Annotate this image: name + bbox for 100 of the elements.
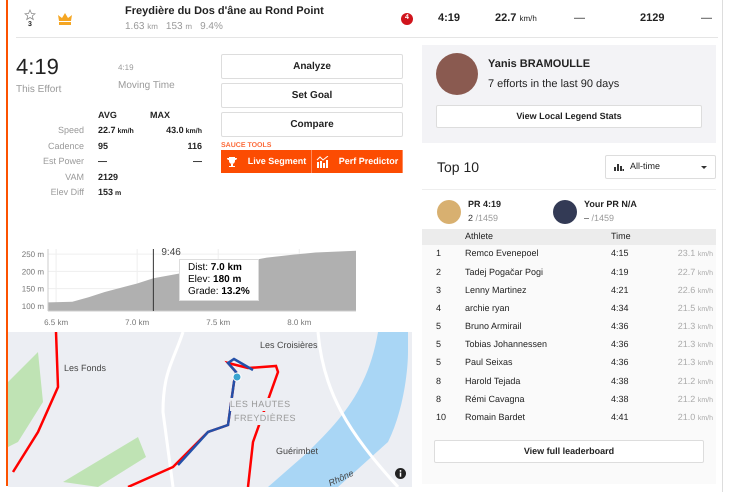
athlete-name[interactable]: Rémi Cavagna xyxy=(465,392,611,406)
info-icon[interactable] xyxy=(395,468,406,478)
rank-cell-text: 5 xyxy=(436,356,442,370)
stat-max: 116 xyxy=(186,140,202,152)
effort-label: This Effort xyxy=(16,83,62,97)
caret-icon xyxy=(701,166,707,168)
x-axis-label: 8.0 km xyxy=(287,318,312,326)
map[interactable]: Les Fonds Les Croisières LES HAUTES FREYDIÈRES Guérimbet Rhône xyxy=(8,332,412,486)
effort-power: — xyxy=(574,11,586,26)
time-cell-text: 4:34 xyxy=(611,302,630,315)
effort-speed: 22.7 km/h xyxy=(495,11,538,26)
rank-cell-text: 4 xyxy=(436,302,442,315)
time-cell-text: 4:19 xyxy=(611,266,630,279)
athlete-name[interactable]: Tobias Johannessen xyxy=(465,338,611,352)
segment-distance: 1.63 km xyxy=(125,20,158,34)
time-cell-text: 4:21 xyxy=(611,284,630,297)
x-axis-label: 7.0 km xyxy=(125,318,150,326)
chart-icon xyxy=(316,156,329,168)
time-cell-text: 4:36 xyxy=(611,356,630,370)
stat-max: — xyxy=(192,155,202,168)
athlete-name[interactable]: Romain Bardet xyxy=(465,411,611,425)
map-label: Les Croisières xyxy=(260,338,318,352)
x-axis-label: 6.5 km xyxy=(44,318,68,326)
stat-label: VAM xyxy=(64,170,84,184)
leaderboard-title: Top 10 xyxy=(437,158,480,177)
y-axis-label: 100 m xyxy=(22,301,44,310)
cursor-line xyxy=(152,248,154,311)
action-button[interactable]: Analyze xyxy=(221,54,403,79)
y-axis-label: 200 m xyxy=(22,266,44,276)
rank-cell-text: 8 xyxy=(436,374,442,388)
tooltip-line: Dist: 7.0 km xyxy=(188,262,243,274)
segment-elevation: 153 m xyxy=(166,20,192,34)
y-axis-label: 250 m xyxy=(22,250,44,259)
time-cell-text: 4:38 xyxy=(611,374,630,388)
crown-icon xyxy=(57,12,73,25)
rank-cell-text: 5 xyxy=(436,320,442,334)
time-cell-text: 4:36 xyxy=(611,320,630,334)
tooltip-line: Grade: 13.2% xyxy=(188,286,250,298)
column-header: Time xyxy=(611,230,631,244)
rank-cell-text: 8 xyxy=(436,392,442,406)
column-header: AVG xyxy=(98,109,118,122)
map-label: FREYDIÈRES xyxy=(234,412,296,425)
moving-time: 4:19 xyxy=(118,62,135,74)
rank-cell-text: 5 xyxy=(436,338,442,352)
rank-cell-text: 2 xyxy=(436,266,442,279)
time-cell-text: 4:15 xyxy=(611,247,630,260)
time-filter-dropdown[interactable]: All-time xyxy=(605,155,716,179)
legend-efforts: 7 efforts in the last 90 days xyxy=(488,77,620,92)
segment-name[interactable]: Freydière du Dos d'âne au Rond Point xyxy=(125,2,325,20)
athlete-name[interactable]: Lenny Martinez xyxy=(465,284,611,298)
y-axis-label: 150 m xyxy=(22,284,44,294)
effort-time: 4:19 xyxy=(438,11,462,26)
pr-rank: – /1459 xyxy=(584,212,616,224)
effort-time-large: 4:19 xyxy=(16,54,60,80)
time-cell-text: 4:36 xyxy=(611,338,630,352)
segment-grade: 9.4% xyxy=(200,20,223,34)
pr-rank: 2 /1459 xyxy=(468,212,500,224)
local-legend-button[interactable]: View Local Legend Stats xyxy=(436,105,702,128)
pr-label: PR 4:19 xyxy=(468,198,502,211)
stat-label: Elev Diff xyxy=(50,186,84,199)
athlete-name[interactable]: archie ryan xyxy=(465,302,611,316)
trophy-icon xyxy=(226,156,238,168)
stat-avg: 95 xyxy=(98,140,110,152)
athlete-name[interactable]: Tadej Pogačar Pogi xyxy=(465,266,611,280)
tooltip-line: Elev: 180 m xyxy=(188,274,242,286)
avatar xyxy=(436,53,478,95)
column-header: Athlete xyxy=(465,230,494,244)
moving-time-label: Moving Time xyxy=(118,79,175,93)
star-icon[interactable] xyxy=(24,8,36,20)
time-cell-text: 4:38 xyxy=(611,392,630,406)
rank-cell-text: 3 xyxy=(436,284,442,297)
rank-cell-text: 10 xyxy=(436,411,448,424)
stat-label: Cadence xyxy=(46,140,84,152)
cursor-time: 9:46 xyxy=(161,246,181,258)
effort-extra: — xyxy=(701,11,712,26)
bar-chart-icon xyxy=(614,164,624,170)
action-button[interactable]: Set Goal xyxy=(221,83,403,108)
legend-name: Yanis BRAMOULLE xyxy=(488,56,592,72)
athlete-name[interactable]: Remco Evenepoel xyxy=(465,247,611,261)
athlete-name[interactable]: Bruno Armirail xyxy=(465,320,611,334)
column-header: MAX xyxy=(150,109,170,122)
athlete-name[interactable]: Harold Tejada xyxy=(465,374,611,388)
map-label: LES HAUTES xyxy=(230,398,291,411)
x-axis-label: 7.5 km xyxy=(206,318,230,326)
stat-label: Est Power xyxy=(42,155,84,168)
stat-label: Speed xyxy=(56,124,84,137)
stat-avg: — xyxy=(98,155,108,168)
pr-label: Your PR N/A xyxy=(584,198,637,211)
athlete-avatar xyxy=(553,200,577,224)
map-label: Les Fonds xyxy=(64,362,106,374)
athlete-name[interactable]: Paul Seixas xyxy=(465,356,611,370)
athlete-avatar xyxy=(437,200,461,224)
map-label: Guérimbet xyxy=(276,444,318,458)
full-leaderboard-button[interactable]: View full leaderboard xyxy=(434,440,704,464)
action-button[interactable]: Compare xyxy=(221,112,403,137)
map-label: Rhône xyxy=(326,466,356,486)
time-cell-text: 4:41 xyxy=(611,411,630,424)
stat-avg: 2129 xyxy=(98,170,120,184)
effort-vam: 2129 xyxy=(640,11,666,26)
position-marker xyxy=(232,372,242,381)
